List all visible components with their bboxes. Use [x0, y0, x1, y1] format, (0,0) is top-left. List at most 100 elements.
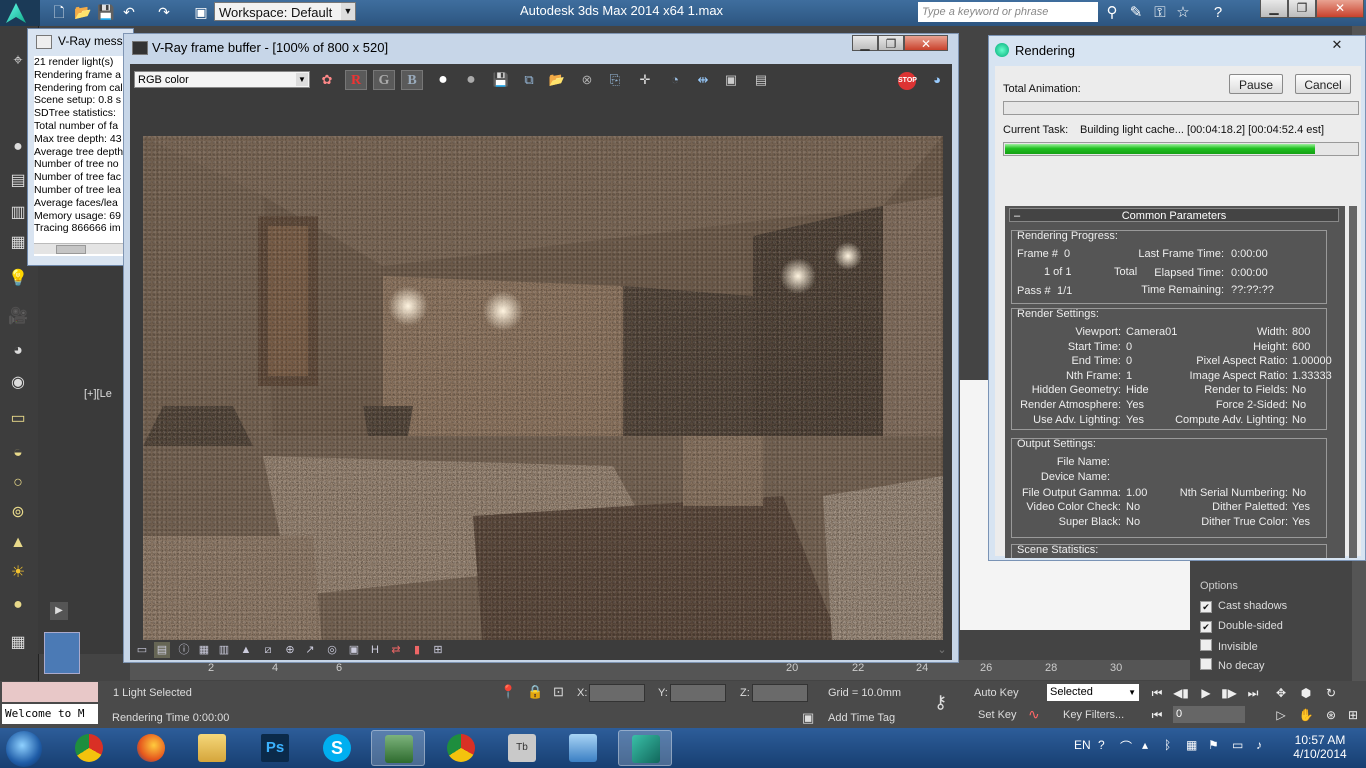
blue-channel-button[interactable]: B	[401, 70, 423, 90]
no-decay-checkbox[interactable]: No decay	[1200, 658, 1264, 672]
lock-icon[interactable]: 🔒	[527, 684, 543, 700]
pixel-info-icon[interactable]: ▤	[750, 70, 772, 90]
help-h-icon[interactable]: H	[367, 642, 383, 658]
vray-taskbar-button[interactable]	[371, 730, 425, 766]
auto-key-button[interactable]: Auto Key	[974, 687, 1019, 699]
camera-icon[interactable]: 🎥	[6, 306, 30, 328]
absolute-mode-icon[interactable]: ⊡	[553, 684, 564, 700]
light-bulb-icon[interactable]: 💡	[6, 268, 30, 290]
copy-to-max-icon[interactable]: ⎘	[604, 70, 626, 90]
stereo-icon[interactable]: ⇄	[388, 642, 404, 658]
box-icon[interactable]: ▭	[6, 408, 30, 430]
maximize-button[interactable]: ❐	[1288, 0, 1316, 18]
skype-taskbar-button[interactable]: S	[310, 730, 364, 766]
help-icon[interactable]: ?	[1208, 3, 1228, 23]
circle-icon[interactable]: ○	[6, 472, 30, 494]
common-parameters-header[interactable]: – Common Parameters	[1009, 208, 1339, 222]
binoculars-icon[interactable]: ⚲	[1102, 3, 1122, 23]
zoom-extents-icon[interactable]: ⬢	[1295, 684, 1317, 702]
info-icon[interactable]: ⓘ	[176, 642, 192, 658]
expand-panel-icon[interactable]: ⌄	[934, 642, 950, 658]
new-file-icon[interactable]: 🗋	[50, 3, 68, 21]
teapot-icon[interactable]: ◕	[6, 340, 30, 362]
search-input[interactable]: Type a keyword or phrase	[918, 2, 1098, 22]
vfb-minimize-button[interactable]: ▁	[852, 35, 878, 51]
project-folder-icon[interactable]: ▣	[192, 3, 210, 21]
curves-icon[interactable]: ⧄	[260, 642, 276, 658]
orbit-icon[interactable]: ↻	[1320, 684, 1342, 702]
save-all-icon[interactable]: ⧉	[518, 70, 540, 90]
sun-icon[interactable]: ☀	[6, 562, 30, 584]
invisible-checkbox[interactable]: Invisible	[1200, 639, 1258, 653]
y-coordinate-field[interactable]	[670, 684, 726, 702]
save-icon[interactable]: 💾	[97, 3, 115, 21]
key-filter-dropdown[interactable]: Selected ▼	[1047, 684, 1139, 701]
key-curve-icon[interactable]: ∿	[1028, 706, 1040, 723]
ocio-icon[interactable]: ◎	[324, 642, 340, 658]
vray-messages-window[interactable]: V-Ray messa 21 render light(s) Rendering…	[27, 28, 134, 266]
key-filters-button[interactable]: Key Filters...	[1063, 709, 1124, 721]
maximize-viewport-icon[interactable]: ⊞	[1342, 706, 1364, 724]
workspace-dropdown[interactable]: Workspace: Default ▼	[214, 2, 356, 21]
bluetooth-icon[interactable]: ᛒ	[1164, 738, 1171, 752]
render-icon[interactable]: ◉	[6, 372, 30, 394]
play-small-icon[interactable]: ▶	[50, 602, 68, 620]
track-mouse-icon[interactable]: ✛	[634, 70, 656, 90]
horizontal-scrollbar[interactable]	[34, 243, 129, 254]
panel-scrollbar[interactable]	[1349, 206, 1357, 558]
open-file-icon[interactable]: 📂	[74, 3, 92, 21]
firefox-taskbar-button[interactable]	[124, 730, 178, 766]
tools-icon[interactable]: ✎	[1126, 3, 1146, 23]
undo-icon[interactable]: ↶	[120, 3, 138, 21]
go-to-end-icon[interactable]: ⏭	[1242, 684, 1264, 702]
next-frame-icon[interactable]: ▮▶	[1218, 684, 1240, 702]
tray-app-icon[interactable]: ▦	[1186, 738, 1197, 752]
double-sided-checkbox[interactable]: ✔ Double-sided	[1200, 620, 1283, 633]
minimize-button[interactable]: ▁	[1260, 0, 1288, 18]
arc-rotate-icon[interactable]: ⊛	[1320, 706, 1342, 724]
chrome-taskbar-button[interactable]	[62, 730, 116, 766]
grid-icon[interactable]: ▦	[6, 632, 30, 654]
previous-frame-icon[interactable]: ◀▮	[1170, 684, 1192, 702]
photo-viewer-taskbar-button[interactable]	[556, 730, 610, 766]
display-correction-icon[interactable]: ▭	[134, 642, 150, 658]
photoshop-taskbar-button[interactable]: Ps	[248, 730, 302, 766]
go-to-start-icon[interactable]: ⏮	[1146, 684, 1168, 702]
red-channel-button[interactable]: R	[345, 70, 367, 90]
maxscript-listener-output[interactable]	[2, 682, 98, 702]
color-levels-icon[interactable]: ▦	[196, 642, 212, 658]
set-key-mode-icon[interactable]: ⚷	[934, 692, 947, 713]
rendering-dialog[interactable]: Rendering ✕ Total Animation: Pause Cance…	[988, 35, 1366, 561]
vray-frame-buffer-window[interactable]: V-Ray frame buffer - [100% of 800 x 520]…	[123, 33, 959, 663]
history-icon[interactable]: ▣	[720, 70, 742, 90]
close-button[interactable]: ✕	[1316, 0, 1364, 18]
add-time-tag[interactable]: Add Time Tag	[828, 712, 895, 724]
current-frame-field[interactable]: 0	[1173, 706, 1245, 723]
srgb-icon[interactable]: ↗	[302, 642, 318, 658]
maxscript-listener[interactable]: Welcome to M	[2, 704, 98, 724]
hand-pan-icon[interactable]: ✋	[1295, 706, 1317, 724]
clear-image-icon[interactable]: ⊗	[576, 70, 598, 90]
flag-icon[interactable]: ⚑	[1208, 738, 1219, 752]
vray-messages-log[interactable]: 21 render light(s) Rendering frame a Ren…	[34, 56, 129, 256]
exposure-icon[interactable]: ▥	[216, 642, 232, 658]
icc-icon[interactable]: ▣	[346, 642, 362, 658]
set-key-button[interactable]: Set Key	[978, 709, 1017, 721]
lens-effects-icon[interactable]: ⊞	[430, 642, 446, 658]
green-channel-button[interactable]: G	[373, 70, 395, 90]
toolbox-taskbar-button[interactable]: Tb	[495, 730, 549, 766]
stop-render-icon[interactable]: STOP	[898, 72, 917, 90]
vfb-close-button[interactable]: ✕	[904, 35, 948, 51]
pan-icon[interactable]: ✥	[1270, 684, 1292, 702]
scrollbar-thumb[interactable]	[56, 245, 86, 254]
rendering-close-button[interactable]: ✕	[1315, 37, 1359, 55]
render-teapot-icon[interactable]: ◕	[926, 70, 948, 90]
viewport[interactable]: [+][Le	[38, 264, 133, 654]
viewport-layout-button[interactable]	[44, 632, 80, 674]
system-clock[interactable]: 10:57 AM 4/10/2014	[1282, 733, 1358, 761]
3dsmax-taskbar-button[interactable]	[618, 730, 672, 766]
network-icon[interactable]: ▭	[1232, 738, 1243, 752]
z-coordinate-field[interactable]	[752, 684, 808, 702]
pause-button[interactable]: Pause	[1229, 74, 1283, 94]
cancel-button[interactable]: Cancel	[1295, 74, 1351, 94]
